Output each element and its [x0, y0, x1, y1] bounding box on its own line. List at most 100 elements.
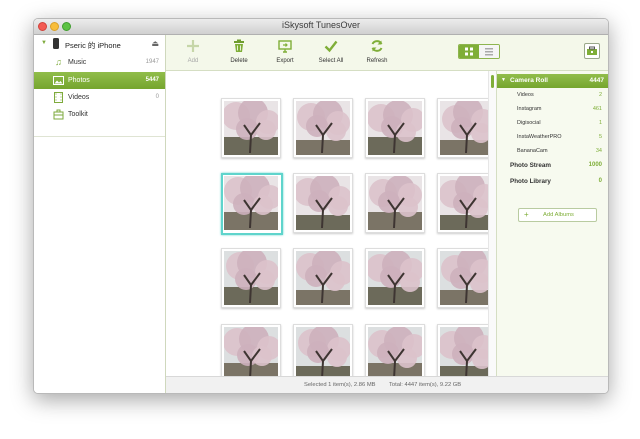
toolbox-icon: [585, 45, 599, 62]
delete-label: Delete: [230, 58, 248, 64]
list-icon: [479, 45, 499, 58]
album-name: InstaWeatherPRO: [517, 134, 562, 140]
selection-summary: Selected 1 item(s), 2.86 MB: [304, 382, 376, 388]
album-bananacam[interactable]: BananaCam 34: [497, 144, 608, 157]
album-videos[interactable]: Videos 2: [497, 88, 608, 101]
album-count: 4447: [589, 77, 604, 84]
photo-thumbnail[interactable]: [293, 324, 353, 384]
cherry-blossom-photo: [296, 176, 350, 230]
sidebar-item-photos[interactable]: Photos 5447: [34, 72, 165, 89]
refresh-label: Refresh: [366, 58, 388, 64]
cherry-blossom-photo: [368, 251, 422, 305]
eject-icon[interactable]: ⏏: [151, 39, 159, 48]
album-name: Camera Roll: [510, 77, 548, 84]
album-name: BananaCam: [517, 148, 548, 154]
trash-icon: [232, 39, 246, 53]
album-name: Videos: [517, 92, 534, 98]
device-row[interactable]: ▼ Pseric 的 iPhone ⏏: [34, 35, 165, 54]
status-bar: Selected 1 item(s), 2.86 MB Total: 4447 …: [166, 376, 608, 393]
refresh-icon: [370, 39, 384, 53]
album-camera-roll[interactable]: ▼ Camera Roll 4447: [497, 74, 608, 88]
photo-thumbnail[interactable]: [293, 98, 353, 158]
photo-thumbnail[interactable]: [221, 173, 283, 235]
photo-icon: [53, 75, 64, 86]
device-name: Pseric 的 iPhone: [65, 41, 121, 50]
photo-thumbnail[interactable]: [293, 173, 353, 233]
album-name: Photo Library: [510, 178, 551, 185]
cherry-blossom-photo: [224, 101, 278, 155]
photo-thumbnail[interactable]: [365, 324, 425, 384]
delete-button[interactable]: Delete: [215, 39, 263, 69]
add-button[interactable]: Add: [169, 39, 217, 69]
album-name: Instagram: [517, 106, 542, 112]
album-instaweatherpro[interactable]: InstaWeatherPRO 5: [497, 130, 608, 143]
sidebar-item-videos[interactable]: Videos 0: [34, 89, 165, 106]
select-all-label: Select All: [318, 58, 344, 64]
plus-icon: [186, 39, 200, 53]
sidebar-item-count: 5447: [145, 77, 159, 83]
photo-thumbnail[interactable]: [293, 248, 353, 308]
list-view-button[interactable]: [479, 45, 499, 58]
scrollbar-thumb[interactable]: [491, 75, 494, 88]
export-label: Export: [276, 58, 294, 64]
cherry-blossom-photo: [440, 101, 494, 155]
refresh-button[interactable]: Refresh: [353, 39, 401, 69]
sidebar: ▼ Pseric 的 iPhone ⏏ ♫ Music 1947 Photos …: [34, 35, 166, 393]
grid-icon: [459, 45, 479, 58]
view-mode-toggle: [458, 44, 500, 59]
toolbar: Add Delete Export Select All Refresh: [166, 35, 608, 71]
add-albums-button[interactable]: + Add Albums: [518, 208, 597, 222]
cherry-blossom-photo: [296, 251, 350, 305]
iphone-icon: [53, 38, 59, 49]
album-instagram[interactable]: Instagram 461: [497, 102, 608, 115]
cherry-blossom-photo: [224, 327, 278, 381]
photo-thumbnail[interactable]: [221, 248, 281, 308]
export-button[interactable]: Export: [261, 39, 309, 69]
album-count: 34: [595, 148, 602, 154]
add-albums-label: Add Albums: [543, 212, 574, 218]
film-icon: [53, 92, 64, 103]
disclosure-triangle-icon[interactable]: ▼: [41, 40, 47, 46]
sidebar-item-music[interactable]: ♫ Music 1947: [34, 54, 165, 71]
cherry-blossom-photo: [368, 101, 422, 155]
sidebar-item-label: Music: [68, 59, 87, 66]
grid-view-button[interactable]: [459, 45, 479, 58]
photo-thumbnail[interactable]: [365, 248, 425, 308]
cherry-blossom-photo: [368, 176, 422, 230]
cherry-blossom-photo: [224, 176, 278, 230]
cherry-blossom-photo: [440, 327, 494, 381]
album-name: Digisocial: [517, 120, 541, 126]
cherry-blossom-photo: [224, 251, 278, 305]
album-count: 1000: [588, 162, 602, 168]
album-photo-library[interactable]: Photo Library 0: [497, 174, 608, 187]
photo-thumbnail[interactable]: [221, 98, 281, 158]
album-count: 2: [598, 92, 602, 98]
album-photo-stream[interactable]: Photo Stream 1000: [497, 158, 608, 171]
checkmark-icon: [324, 39, 338, 53]
sidebar-item-toolkit[interactable]: Toolkit: [34, 106, 165, 123]
photo-grid: [166, 71, 497, 384]
cherry-blossom-photo: [440, 176, 494, 230]
albums-panel: ▼ Camera Roll 4447 Videos 2 Instagram 46…: [496, 71, 608, 376]
photo-thumbnail[interactable]: [365, 173, 425, 233]
sidebar-item-label: Toolkit: [68, 111, 88, 118]
toolbox-button[interactable]: [584, 43, 600, 59]
music-note-icon: ♫: [55, 57, 62, 67]
sidebar-item-count: 0: [155, 94, 159, 100]
photo-thumbnail[interactable]: [221, 324, 281, 384]
album-count: 5: [598, 134, 602, 140]
cherry-blossom-photo: [440, 251, 494, 305]
add-label: Add: [187, 58, 199, 64]
app-window: iSkysoft TunesOver ▼ Pseric 的 iPhone ⏏ ♫…: [33, 18, 609, 394]
title-bar: iSkysoft TunesOver: [34, 19, 608, 35]
disclosure-triangle-icon[interactable]: ▼: [501, 77, 506, 83]
album-digisocial[interactable]: Digisocial 1: [497, 116, 608, 129]
toolkit-icon: [53, 109, 64, 120]
cherry-blossom-photo: [368, 327, 422, 381]
album-count: 461: [592, 106, 602, 112]
export-icon: [278, 39, 292, 53]
select-all-button[interactable]: Select All: [307, 39, 355, 69]
sidebar-item-label: Photos: [68, 77, 90, 84]
photo-thumbnail[interactable]: [365, 98, 425, 158]
total-summary: Total: 4447 item(s), 9.22 GB: [389, 382, 462, 388]
